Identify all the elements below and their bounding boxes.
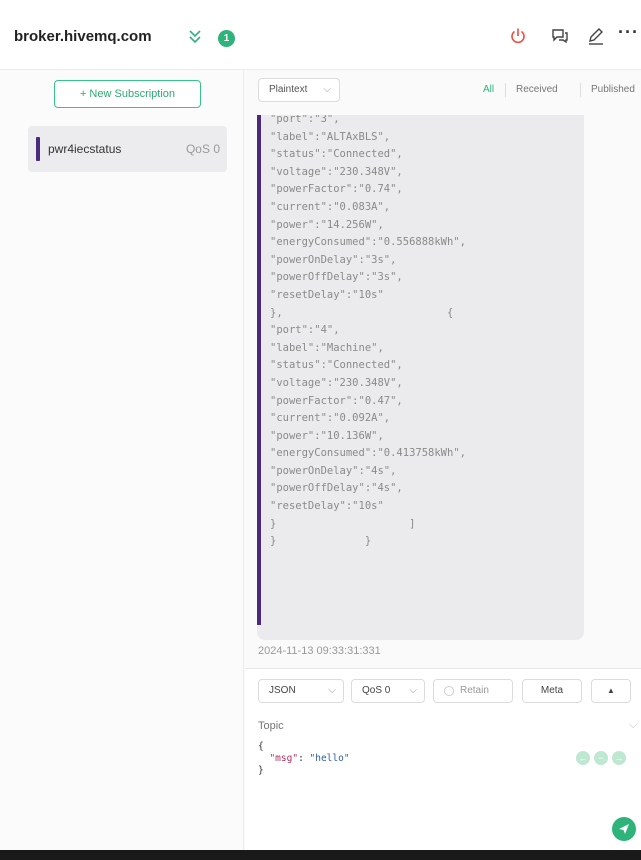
- message-line: } }: [270, 535, 372, 548]
- tab-divider: [580, 83, 581, 97]
- subscription-count-badge: 1: [218, 30, 235, 47]
- retain-toggle[interactable]: Retain: [433, 679, 513, 703]
- message-payload: "port":"3", "label":"ALTAxBLS", "status":"…: [270, 115, 584, 551]
- topic-input[interactable]: [258, 717, 641, 735]
- message-timestamp: 2024-11-13 09:33:31:331: [258, 645, 381, 657]
- payload-line: }: [258, 765, 264, 776]
- chat-bubbles-icon[interactable]: [550, 26, 570, 46]
- payload-line: {: [258, 741, 264, 752]
- payload-format-value: Plaintext: [269, 84, 308, 95]
- message-line: "powerOnDelay":"4s",: [270, 464, 397, 477]
- messages-panel: Plaintext ⌵ All Received Published "port…: [245, 70, 641, 850]
- message-line: "current":"0.083A",: [270, 200, 391, 213]
- message-line: "port":"3",: [270, 115, 340, 125]
- payload-key: "msg": [269, 753, 299, 764]
- subscription-qos: QoS 0: [185, 142, 220, 156]
- subscriptions-sidebar: + New Subscription pwr4iecstatus QoS 0: [0, 70, 244, 850]
- more-horizontal-icon[interactable]: ···: [618, 22, 638, 42]
- message-line: } ]: [270, 517, 416, 530]
- tab-all[interactable]: All: [483, 84, 494, 95]
- chevron-down-icon: ⌵: [323, 84, 331, 95]
- retain-radio-icon: [444, 686, 454, 696]
- message-line: "power":"14.256W",: [270, 218, 384, 231]
- message-line: "powerOffDelay":"3s",: [270, 271, 403, 284]
- message-line: "powerOnDelay":"3s",: [270, 253, 397, 266]
- collapse-up-button[interactable]: ▲: [591, 679, 631, 703]
- payload-value: "hello": [309, 753, 350, 764]
- message-line: "energyConsumed":"0.556888kWh",: [270, 236, 466, 249]
- bottom-strip: [0, 850, 641, 860]
- mqttx-window: broker.hivemq.com 1 ··· + New Subscripti…: [0, 0, 641, 860]
- message-line: "status":"Connected",: [270, 359, 403, 372]
- payload-editor[interactable]: { "msg": "hello" }: [258, 741, 558, 777]
- retain-label: Retain: [460, 685, 489, 696]
- power-icon[interactable]: [508, 26, 528, 46]
- publish-qos-value: QoS 0: [362, 685, 391, 696]
- message-line: "powerFactor":"0.74",: [270, 183, 403, 196]
- publish-composer: JSON ⌵ QoS 0 ⌵ Retain Meta ▲ ⌵ { "msg": …: [245, 668, 641, 850]
- message-line: }, {: [270, 306, 454, 319]
- subscription-item[interactable]: pwr4iecstatus QoS 0: [28, 126, 227, 172]
- message-color-bar: [257, 115, 261, 625]
- minus-icon[interactable]: −: [594, 751, 608, 765]
- received-message[interactable]: "port":"3", "label":"ALTAxBLS", "status":"…: [257, 115, 584, 640]
- chevron-down-icon: ⌵: [409, 685, 417, 696]
- send-button[interactable]: [612, 817, 636, 841]
- message-line: "port":"4",: [270, 324, 340, 337]
- messages-toolbar: Plaintext ⌵ All Received Published: [245, 70, 641, 110]
- message-line: "status":"Connected",: [270, 148, 403, 161]
- message-line: "energyConsumed":"0.413758kWh",: [270, 447, 466, 460]
- message-line: "resetDelay":"10s": [270, 500, 384, 513]
- message-line: "voltage":"230.348V",: [270, 165, 403, 178]
- publish-qos-select[interactable]: QoS 0 ⌵: [351, 679, 425, 703]
- publish-payload-format-value: JSON: [269, 685, 296, 696]
- tab-received[interactable]: Received: [516, 84, 558, 95]
- send-icon: [619, 824, 629, 834]
- message-line: "current":"0.092A",: [270, 412, 391, 425]
- subscription-topic: pwr4iecstatus: [48, 142, 122, 156]
- message-line: "label":"ALTAxBLS",: [270, 130, 391, 143]
- chevron-double-down-icon[interactable]: [186, 27, 204, 47]
- message-line: "voltage":"230.348V",: [270, 376, 403, 389]
- publish-payload-format-select[interactable]: JSON ⌵: [258, 679, 344, 703]
- arrow-right-icon[interactable]: →: [612, 751, 626, 765]
- payload-format-select[interactable]: Plaintext ⌵: [258, 78, 340, 102]
- tab-divider: [505, 83, 506, 97]
- connection-name: broker.hivemq.com: [14, 28, 152, 45]
- message-line: "powerOffDelay":"4s",: [270, 482, 403, 495]
- arrow-left-icon[interactable]: ←: [576, 751, 590, 765]
- chevron-down-icon: ⌵: [328, 685, 336, 696]
- new-subscription-button[interactable]: + New Subscription: [54, 80, 201, 108]
- meta-button[interactable]: Meta: [522, 679, 582, 703]
- message-line: "resetDelay":"10s": [270, 288, 384, 301]
- connection-header: broker.hivemq.com 1 ···: [0, 0, 641, 70]
- subscription-color-bar: [36, 137, 40, 161]
- message-line: "powerFactor":"0.47",: [270, 394, 403, 407]
- tab-published[interactable]: Published: [591, 84, 635, 95]
- chevron-down-icon: ⌵: [629, 719, 638, 731]
- message-line: "power":"10.136W",: [270, 429, 384, 442]
- pencil-icon[interactable]: [586, 26, 606, 46]
- message-line: "label":"Machine",: [270, 341, 384, 354]
